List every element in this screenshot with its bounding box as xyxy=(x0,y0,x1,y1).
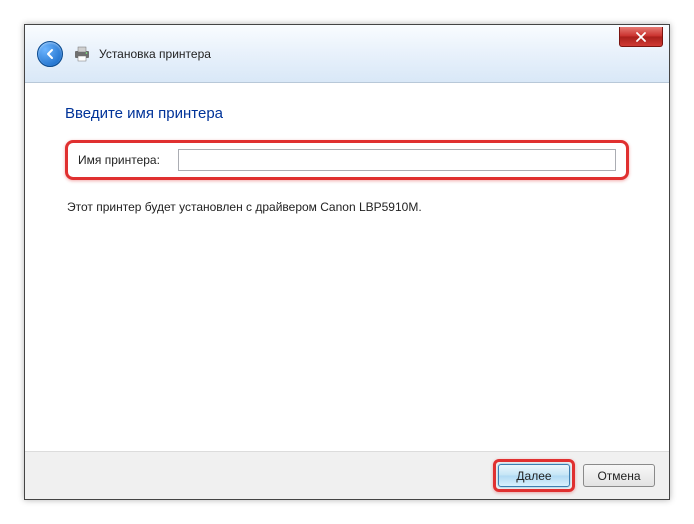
arrow-left-icon xyxy=(43,47,57,61)
cancel-button[interactable]: Отмена xyxy=(583,464,655,487)
printer-icon xyxy=(73,46,91,62)
printer-name-row: Имя принтера: xyxy=(65,140,629,180)
content-area: Введите имя принтера Имя принтера: Этот … xyxy=(25,83,669,214)
next-button-highlight: Далее xyxy=(493,459,575,492)
wizard-window: Установка принтера Введите имя принтера … xyxy=(24,24,670,500)
close-button[interactable] xyxy=(619,27,663,47)
printer-name-label: Имя принтера: xyxy=(78,153,178,167)
close-icon xyxy=(636,32,646,42)
page-heading: Введите имя принтера xyxy=(65,105,629,122)
driver-info-text: Этот принтер будет установлен с драйверо… xyxy=(65,200,629,214)
printer-name-input[interactable] xyxy=(178,149,616,171)
footer: Далее Отмена xyxy=(25,451,669,499)
titlebar: Установка принтера xyxy=(25,25,669,83)
next-button[interactable]: Далее xyxy=(498,464,570,487)
window-title: Установка принтера xyxy=(99,47,211,61)
back-button[interactable] xyxy=(37,41,63,67)
